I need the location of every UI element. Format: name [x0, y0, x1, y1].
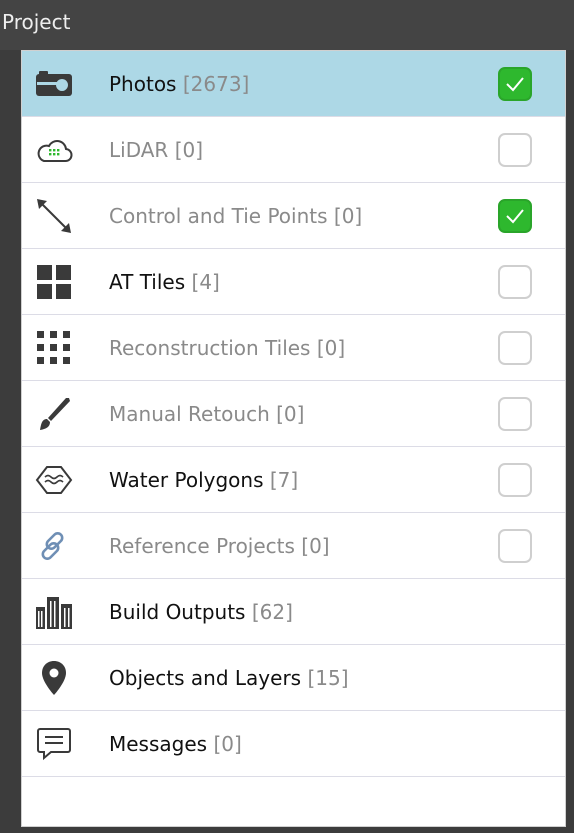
visibility-checkbox[interactable] [498, 330, 532, 365]
list-item-photos[interactable]: Photos [2673] [22, 51, 565, 117]
item-name: Build Outputs [109, 599, 246, 624]
list-item-label: AT Tiles [4] [109, 270, 220, 294]
visibility-checkbox[interactable] [498, 396, 532, 431]
list-item-label: LiDAR [0] [109, 138, 203, 162]
item-count: [62] [251, 599, 293, 624]
list-item-label: Control and Tie Points [0] [109, 204, 362, 228]
visibility-checkbox[interactable] [498, 132, 532, 167]
water-polygon-icon [34, 460, 74, 500]
item-name: Photos [109, 71, 177, 96]
list-item-label: Objects and Layers [15] [109, 666, 349, 690]
item-name: Reference Projects [109, 533, 295, 558]
item-name: Objects and Layers [109, 665, 302, 690]
list-item-water-polygons[interactable]: Water Polygons [7] [22, 447, 565, 513]
list-item-label: Photos [2673] [109, 72, 249, 96]
list-item-reconstruction-tiles[interactable]: Reconstruction Tiles [0] [22, 315, 565, 381]
item-count: [0] [301, 533, 330, 558]
checkmark-icon [505, 208, 525, 224]
map-pin-icon [34, 658, 74, 698]
list-item-build-outputs[interactable]: Build Outputs [62] [22, 579, 565, 645]
list-item-reference-projects[interactable]: Reference Projects [0] [22, 513, 565, 579]
camera-icon [34, 64, 74, 104]
item-count: [15] [307, 665, 349, 690]
diagonal-arrows-icon [34, 196, 74, 236]
buildings-icon [34, 592, 74, 632]
item-count: [0] [316, 335, 346, 360]
item-count: [0] [174, 137, 204, 162]
list-item-manual-retouch[interactable]: Manual Retouch [0] [22, 381, 565, 447]
project-panel: Project Photos [2673] LiDAR [0] Control an… [0, 0, 574, 833]
item-count: [0] [276, 401, 305, 426]
list-item-label: Messages [0] [109, 732, 242, 756]
list-item-label: Water Polygons [7] [109, 468, 298, 492]
message-icon [34, 724, 74, 764]
panel-title: Project [0, 0, 574, 50]
item-count: [4] [191, 269, 220, 294]
item-count: [2673] [182, 71, 250, 96]
item-name: Manual Retouch [109, 401, 270, 426]
dot-grid-icon [34, 328, 74, 368]
list-item-label: Manual Retouch [0] [109, 402, 304, 426]
item-name: Messages [109, 731, 208, 756]
tiles-grid-icon [34, 262, 74, 302]
list-item-label: Reconstruction Tiles [0] [109, 336, 345, 360]
checkmark-icon [505, 76, 525, 92]
item-name: LiDAR [109, 137, 169, 162]
list-item-control-and-tie-points[interactable]: Control and Tie Points [0] [22, 183, 565, 249]
cloud-icon [34, 130, 74, 170]
project-items-list: Photos [2673] LiDAR [0] Control and Tie Po… [21, 50, 566, 827]
link-icon [34, 526, 74, 566]
list-item-label: Build Outputs [62] [109, 600, 293, 624]
item-count: [7] [269, 467, 299, 492]
list-item-lidar[interactable]: LiDAR [0] [22, 117, 565, 183]
item-name: AT Tiles [109, 269, 186, 294]
brush-icon [34, 394, 74, 434]
visibility-checkbox[interactable] [498, 462, 532, 497]
visibility-checkbox[interactable] [498, 198, 532, 233]
visibility-checkbox[interactable] [498, 264, 532, 299]
list-item-messages[interactable]: Messages [0] [22, 711, 565, 777]
item-name: Control and Tie Points [109, 203, 328, 228]
visibility-checkbox[interactable] [498, 528, 532, 563]
list-item-at-tiles[interactable]: AT Tiles [4] [22, 249, 565, 315]
item-name: Reconstruction Tiles [109, 335, 311, 360]
item-count: [0] [213, 731, 242, 756]
list-item-objects-and-layers[interactable]: Objects and Layers [15] [22, 645, 565, 711]
visibility-checkbox[interactable] [498, 66, 532, 101]
list-item-label: Reference Projects [0] [109, 534, 330, 558]
item-count: [0] [333, 203, 363, 228]
item-name: Water Polygons [109, 467, 264, 492]
